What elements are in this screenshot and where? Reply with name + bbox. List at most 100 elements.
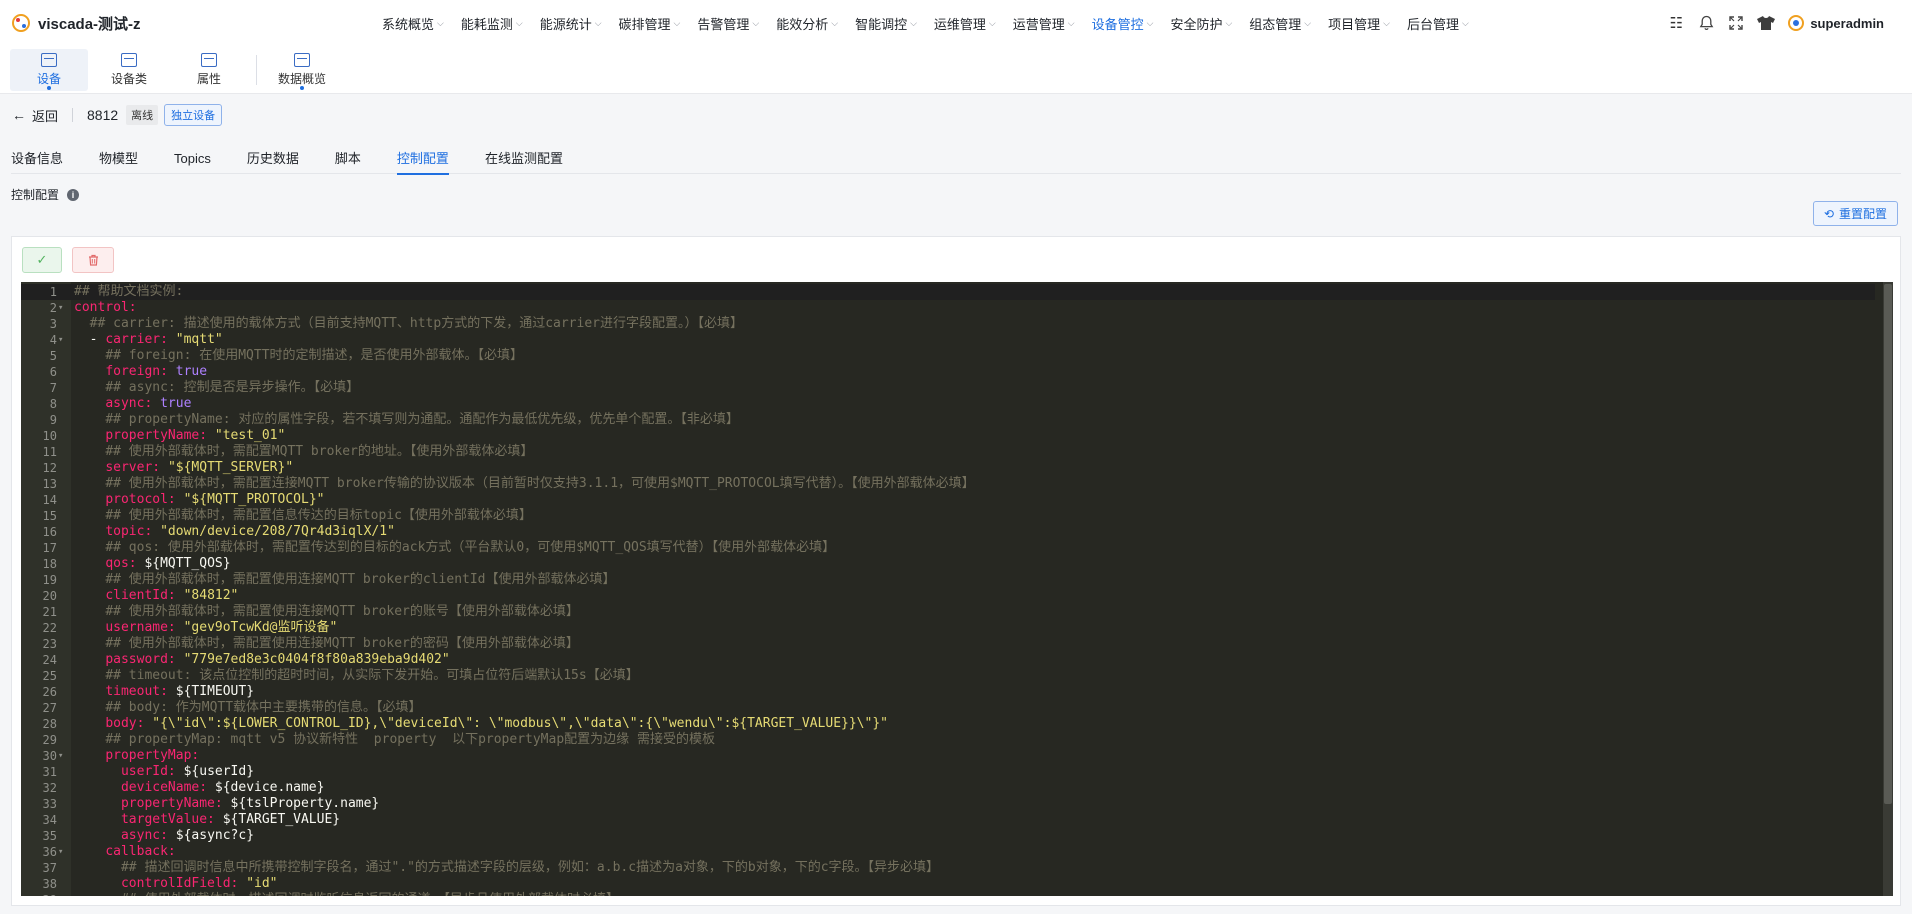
tab-0[interactable]: 设备信息 <box>11 148 63 174</box>
code-line[interactable]: 20 clientId: "84812" <box>21 588 1875 604</box>
menu-item-label: 能源统计 <box>539 16 592 32</box>
code-line[interactable]: 10 propertyName: "test_01" <box>21 428 1875 444</box>
subnav-item-1[interactable]: 设备类 <box>90 49 168 91</box>
config-panel: ✓ 1 ## 帮助文档实例: 2 ▾ control: 3 ## carrier: 描述使… <box>11 236 1901 906</box>
code-line[interactable]: 36 ▾ callback: <box>21 844 1875 860</box>
theme-shirt-icon[interactable] <box>1754 11 1778 35</box>
code-text: propertyMap: <box>74 748 199 764</box>
menu-item-2[interactable]: 能源统计 ⌵ <box>540 14 602 33</box>
code-line[interactable]: 14 protocol: "${MQTT_PROTOCOL}" <box>21 492 1875 508</box>
code-line[interactable]: 32 deviceName: ${device.name} <box>21 780 1875 796</box>
code-line[interactable]: 8 async: true <box>21 396 1875 412</box>
menu-item-13[interactable]: 后台管理 ⌵ <box>1407 14 1469 33</box>
menu-item-label: 项目管理 <box>1328 16 1381 32</box>
code-token: protocol: <box>105 492 184 507</box>
tab-6[interactable]: 在线监测配置 <box>485 148 563 174</box>
code-line[interactable]: 28 body: "{\"id\":${LOWER_CONTROL_ID},\"… <box>21 716 1875 732</box>
menu-item-6[interactable]: 智能调控 ⌵ <box>855 14 917 33</box>
back-button[interactable]: ← 返回 <box>12 106 58 125</box>
code-line[interactable]: 29 ## propertyMap: mqtt v5 协议新特性 propert… <box>21 732 1875 748</box>
code-line[interactable]: 19 ## 使用外部载体时，需配置使用连接MQTT broker的clientI… <box>21 572 1875 588</box>
code-line[interactable]: 5 ## foreign: 在使用MQTT时的定制描述，是否使用外部载体。【必填… <box>21 348 1875 364</box>
code-line[interactable]: 34 targetValue: ${TARGET_VALUE} <box>21 812 1875 828</box>
tab-3[interactable]: 历史数据 <box>247 148 299 174</box>
menu-item-7[interactable]: 运维管理 ⌵ <box>934 14 996 33</box>
menu-item-10[interactable]: 安全防护 ⌵ <box>1170 14 1232 33</box>
code-line[interactable]: 6 foreign: true <box>21 364 1875 380</box>
code-line[interactable]: 12 server: "${MQTT_SERVER}" <box>21 460 1875 476</box>
code-line[interactable]: 25 ## timeout: 该点位控制的超时时间，从实际下发开始。可填占位符后… <box>21 668 1875 684</box>
code-line[interactable]: 3 ## carrier: 描述使用的载体方式（目前支持MQTT、http方式的… <box>21 316 1875 332</box>
code-line[interactable]: 1 ## 帮助文档实例: <box>21 284 1875 300</box>
menu-item-4[interactable]: 告警管理 ⌵ <box>697 14 759 33</box>
tab-5[interactable]: 控制配置 <box>396 148 449 175</box>
code-token: body: <box>105 716 153 731</box>
delete-button[interactable] <box>72 247 114 273</box>
code-line[interactable]: 23 ## 使用外部载体时，需配置使用连接MQTT broker的密码【使用外部… <box>21 636 1875 652</box>
code-line[interactable]: 24 password: "779e7ed8e3c0404f8f80a839eb… <box>21 652 1875 668</box>
code-line[interactable]: 22 username: "gev9oTcwKd@监听设备" <box>21 620 1875 636</box>
code-line[interactable]: 26 timeout: ${TIMEOUT} <box>21 684 1875 700</box>
code-editor[interactable]: 1 ## 帮助文档实例: 2 ▾ control: 3 ## carrier: 描述使用的… <box>21 282 1893 896</box>
menu-item-11[interactable]: 组态管理 ⌵ <box>1249 14 1311 33</box>
code-line[interactable]: 2 ▾ control: <box>21 300 1875 316</box>
code-line[interactable]: 21 ## 使用外部载体时，需配置使用连接MQTT broker的账号【使用外部… <box>21 604 1875 620</box>
code-line[interactable]: 18 qos: ${MQTT_QOS} <box>21 556 1875 572</box>
fullscreen-icon[interactable] <box>1724 11 1748 35</box>
code-line[interactable]: 27 ## body: 作为MQTT载体中主要携带的信息。【必填】 <box>21 700 1875 716</box>
code-line[interactable]: 7 ## async: 控制是否是异步操作。【必填】 <box>21 380 1875 396</box>
code-line[interactable]: 11 ## 使用外部载体时，需配置MQTT broker的地址。【使用外部载体必… <box>21 444 1875 460</box>
menu-item-3[interactable]: 碳排管理 ⌵ <box>619 14 681 33</box>
code-token: ## carrier: 描述使用的载体方式（目前支持MQTT、http方式的下发… <box>89 316 743 331</box>
code-text: ## qos: 使用外部载体时，需配置传达到的目标的ack方式（平台默认0，可使… <box>74 540 835 556</box>
subnav-item-3[interactable]: 数据概览 <box>263 49 341 91</box>
fold-toggle-icon[interactable]: ▾ <box>58 300 63 316</box>
code-line[interactable]: 39 ## 使用外部载体时，描述回调时监听信息返回的通道。【异步且使用外部载体时… <box>21 892 1875 896</box>
code-token: "down/device/208/7Qr4d3iqlX/1" <box>160 524 395 539</box>
menu-item-12[interactable]: 项目管理 ⌵ <box>1328 14 1390 33</box>
code-line[interactable]: 33 propertyName: ${tslProperty.name} <box>21 796 1875 812</box>
scrollbar-thumb[interactable] <box>1884 284 1892 804</box>
subnav-item-0[interactable]: 设备 <box>10 48 88 91</box>
tab-2[interactable]: Topics <box>174 148 211 174</box>
code-line[interactable]: 4 ▾ - carrier: "mqtt" <box>21 332 1875 348</box>
editor-scrollbar[interactable] <box>1883 282 1893 896</box>
user-menu[interactable]: superadmin <box>1788 15 1884 31</box>
code-line[interactable]: 17 ## qos: 使用外部载体时，需配置传达到的目标的ack方式（平台默认0… <box>21 540 1875 556</box>
avatar <box>1788 15 1805 31</box>
code-line[interactable]: 9 ## propertyName: 对应的属性字段，若不填写则为通配。通配作为… <box>21 412 1875 428</box>
reset-config-button[interactable]: ⟲ 重置配置 <box>1812 201 1898 226</box>
checklist-icon[interactable]: ☷ <box>1664 11 1688 35</box>
menu-item-9[interactable]: 设备管控 ⌵ <box>1092 14 1154 33</box>
fold-toggle-icon[interactable]: ▾ <box>58 332 63 348</box>
code-line[interactable]: 30 ▾ propertyMap: <box>21 748 1875 764</box>
menu-item-5[interactable]: 能效分析 ⌵ <box>776 14 838 33</box>
fold-toggle-icon[interactable]: ▾ <box>58 844 63 860</box>
code-line[interactable]: 15 ## 使用外部载体时，需配置信息传达的目标topic【使用外部载体必填】 <box>21 508 1875 524</box>
app-logo[interactable]: viscada-测试-z <box>12 13 352 34</box>
bell-icon[interactable] <box>1694 11 1718 35</box>
code-text: control: <box>74 300 137 316</box>
code-line[interactable]: 37 ## 描述回调时信息中所携带控制字段名，通过"."的方式描述字段的层级，例… <box>21 860 1875 876</box>
tab-1[interactable]: 物模型 <box>99 148 138 174</box>
code-line[interactable]: 13 ## 使用外部载体时，需配置连接MQTT broker传输的协议版本（目前… <box>21 476 1875 492</box>
menu-item-0[interactable]: 系统概览 ⌵ <box>382 14 444 33</box>
code-line[interactable]: 38 controlIdField: "id" <box>21 876 1875 892</box>
code-token: userId: <box>120 764 184 779</box>
tab-4[interactable]: 脚本 <box>335 148 361 174</box>
code-line[interactable]: 31 userId: ${userId} <box>21 764 1875 780</box>
fold-toggle-icon[interactable]: ▾ <box>58 748 63 764</box>
line-number: 21 <box>42 605 57 619</box>
code-line[interactable]: 35 async: ${async?c} <box>21 828 1875 844</box>
confirm-button[interactable]: ✓ <box>22 247 62 273</box>
menu-item-1[interactable]: 能耗监测 ⌵ <box>461 14 523 33</box>
subnav-item-2[interactable]: 属性 <box>170 49 248 91</box>
menu-item-8[interactable]: 运营管理 ⌵ <box>1013 14 1075 33</box>
info-icon[interactable]: i <box>67 188 80 201</box>
code-line[interactable]: 16 topic: "down/device/208/7Qr4d3iqlX/1" <box>21 524 1875 540</box>
